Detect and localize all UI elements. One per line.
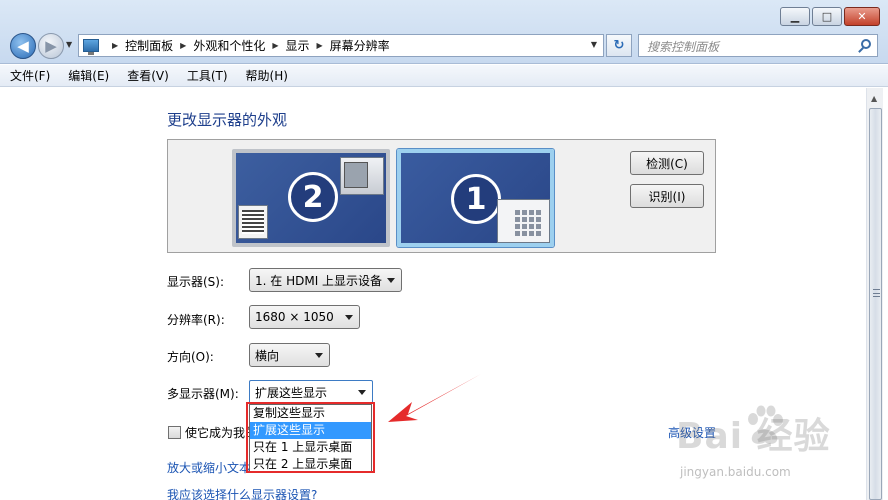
identify-button[interactable]: 识别(I) bbox=[630, 184, 704, 208]
breadcrumb-separator-icon[interactable]: ▶ bbox=[180, 41, 186, 50]
option-extend-displays[interactable]: 扩展这些显示 bbox=[250, 422, 371, 439]
annotation-arrow-icon bbox=[388, 374, 481, 422]
maximize-button[interactable]: □ bbox=[812, 7, 842, 26]
breadcrumb-separator-icon[interactable]: ▶ bbox=[112, 41, 118, 50]
monitor-number-badge: 1 bbox=[451, 174, 501, 224]
chevron-down-icon bbox=[358, 390, 366, 395]
advanced-settings-link[interactable]: 高级设置 bbox=[668, 424, 716, 441]
multiple-displays-label: 多显示器(M): bbox=[167, 387, 239, 401]
control-panel-icon bbox=[83, 39, 99, 55]
search-placeholder: 搜索控制面板 bbox=[647, 40, 720, 54]
baidu-jingyan-watermark: Bai 经验 jingyan.baidu.com bbox=[676, 405, 876, 500]
breadcrumb-item-appearance[interactable]: 外观和个性化 bbox=[193, 37, 265, 54]
menu-tools[interactable]: 工具(T) bbox=[187, 67, 228, 84]
search-icon[interactable] bbox=[861, 39, 871, 49]
display-label: 显示器(S): bbox=[167, 275, 225, 289]
monitor-arrangement-panel: 2 1 检测(C) 识别(I) bbox=[167, 139, 716, 253]
display-settings-help-link[interactable]: 我应该选择什么显示器设置? bbox=[167, 486, 317, 500]
menu-help[interactable]: 帮助(H) bbox=[246, 67, 288, 84]
primary-display-label: 使它成为我的 bbox=[185, 426, 258, 440]
breadcrumb-item-display[interactable]: 显示 bbox=[286, 37, 310, 54]
window-thumbnail-icon bbox=[238, 205, 268, 239]
text-size-link[interactable]: 放大或缩小文本 bbox=[167, 459, 251, 476]
recent-pages-dropdown-icon[interactable]: ▼ bbox=[66, 40, 72, 49]
breadcrumb: ▶ 控制面板 ▶ 外观和个性化 ▶ 显示 ▶ 屏幕分辨率 bbox=[105, 37, 390, 54]
detect-button[interactable]: 检测(C) bbox=[630, 151, 704, 175]
multiple-displays-select[interactable]: 扩展这些显示 bbox=[249, 380, 373, 404]
scrollbar-grip-icon bbox=[873, 289, 880, 297]
address-bar[interactable]: ▶ 控制面板 ▶ 外观和个性化 ▶ 显示 ▶ 屏幕分辨率 ▼ bbox=[78, 34, 604, 57]
chevron-down-icon bbox=[387, 278, 395, 283]
resolution-label: 分辨率(R): bbox=[167, 313, 225, 327]
scrollbar-thumb[interactable] bbox=[869, 108, 882, 500]
scroll-up-icon[interactable]: ▲ bbox=[871, 94, 877, 103]
orientation-select-value: 横向 bbox=[255, 348, 280, 363]
chevron-down-icon bbox=[315, 353, 323, 358]
breadcrumb-item-control-panel[interactable]: 控制面板 bbox=[125, 37, 173, 54]
menu-file[interactable]: 文件(F) bbox=[10, 67, 50, 84]
monitor-number-badge: 2 bbox=[288, 172, 338, 222]
breadcrumb-separator-icon[interactable]: ▶ bbox=[272, 41, 278, 50]
address-dropdown-icon[interactable]: ▼ bbox=[591, 40, 597, 49]
primary-display-checkbox[interactable] bbox=[168, 426, 181, 439]
option-show-only-1[interactable]: 只在 1 上显示桌面 bbox=[250, 439, 371, 456]
option-show-only-2[interactable]: 只在 2 上显示桌面 bbox=[250, 456, 371, 473]
calculator-thumbnail-icon bbox=[497, 199, 550, 243]
orientation-label: 方向(O): bbox=[167, 350, 214, 364]
resolution-select-value: 1680 × 1050 bbox=[255, 310, 334, 324]
search-input[interactable]: 搜索控制面板 bbox=[638, 34, 878, 57]
page-title: 更改显示器的外观 bbox=[167, 111, 288, 129]
multiple-displays-dropdown: 复制这些显示 扩展这些显示 只在 1 上显示桌面 只在 2 上显示桌面 bbox=[249, 404, 372, 473]
orientation-select[interactable]: 横向 bbox=[249, 343, 330, 367]
back-button[interactable]: ◀ bbox=[10, 33, 36, 59]
paw-icon bbox=[748, 405, 783, 444]
forward-button[interactable]: ▶ bbox=[38, 33, 64, 59]
close-button[interactable]: ✕ bbox=[844, 7, 880, 26]
window-controls: ▁ □ ✕ bbox=[780, 7, 880, 26]
chevron-down-icon bbox=[345, 315, 353, 320]
monitor-1[interactable]: 1 bbox=[397, 149, 554, 247]
menu-edit[interactable]: 编辑(E) bbox=[68, 67, 109, 84]
breadcrumb-item-screen-resolution[interactable]: 屏幕分辨率 bbox=[330, 37, 390, 54]
vertical-scrollbar[interactable]: ▲ bbox=[866, 88, 883, 500]
breadcrumb-separator-icon[interactable]: ▶ bbox=[317, 41, 323, 50]
window-thumbnail-icon bbox=[340, 157, 384, 195]
menu-bar: 文件(F) 编辑(E) 查看(V) 工具(T) 帮助(H) bbox=[0, 65, 888, 87]
display-select[interactable]: 1. 在 HDMI 上显示设备 bbox=[249, 268, 402, 292]
multiple-displays-select-value: 扩展这些显示 bbox=[255, 385, 328, 400]
menu-view[interactable]: 查看(V) bbox=[127, 67, 169, 84]
resolution-select[interactable]: 1680 × 1050 bbox=[249, 305, 360, 329]
option-duplicate-displays[interactable]: 复制这些显示 bbox=[250, 405, 371, 422]
display-select-value: 1. 在 HDMI 上显示设备 bbox=[255, 273, 383, 288]
watermark-url: jingyan.baidu.com bbox=[680, 465, 791, 479]
monitor-2[interactable]: 2 bbox=[232, 149, 390, 247]
refresh-button[interactable]: ↻ bbox=[606, 34, 632, 57]
minimize-button[interactable]: ▁ bbox=[780, 7, 810, 26]
